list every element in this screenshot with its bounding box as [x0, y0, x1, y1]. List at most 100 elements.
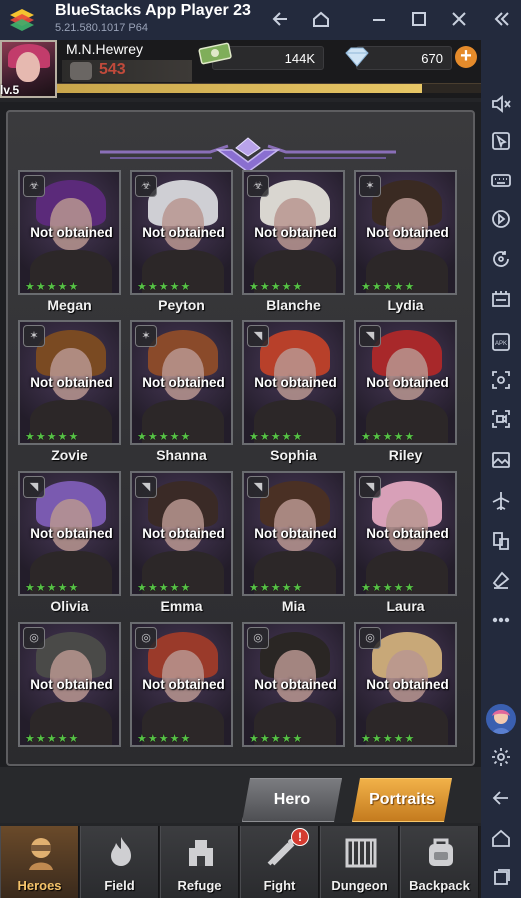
nav-field[interactable]: Field: [80, 826, 159, 898]
hero-status: Not obtained: [30, 225, 113, 240]
hero-card[interactable]: ◎ Not obtained ★★★★★: [242, 622, 345, 764]
hero-card[interactable]: ✶ Not obtained ★★★★★ Zovie: [18, 320, 121, 463]
keyboard-icon[interactable]: [489, 168, 513, 192]
hero-card[interactable]: ◥ Not obtained ★★★★★ Emma: [130, 471, 233, 614]
hero-status: Not obtained: [30, 526, 113, 541]
back-icon[interactable]: [489, 786, 513, 810]
screenshot-icon[interactable]: [489, 368, 513, 392]
hero-name: Riley: [388, 447, 423, 463]
hero-card[interactable]: ◥ Not obtained ★★★★★ Mia: [242, 471, 345, 614]
hero-portrait: ◥ Not obtained ★★★★★: [130, 471, 233, 596]
hero-status: Not obtained: [366, 677, 449, 692]
hero-card[interactable]: ◎ Not obtained ★★★★★: [130, 622, 233, 764]
notification-badge: !: [291, 828, 309, 846]
hero-stars: ★★★★★: [361, 431, 416, 443]
performance-icon[interactable]: [489, 287, 513, 311]
nav-backpack[interactable]: Backpack: [400, 826, 479, 898]
nav-label: Heroes: [17, 878, 62, 893]
game-viewport: lv.5 M.N.Hewrey 543 144K 670 + ☣ Not obt…: [0, 40, 481, 898]
hero-name: Olivia: [50, 598, 89, 614]
cursor-icon[interactable]: [489, 129, 513, 153]
hero-stars: ★★★★★: [249, 733, 304, 745]
hero-card[interactable]: ✶ Not obtained ★★★★★ Shanna: [130, 320, 233, 463]
hero-stars: ★★★★★: [249, 431, 304, 443]
hero-card[interactable]: ◥ Not obtained ★★★★★ Sophia: [242, 320, 345, 463]
hero-status: Not obtained: [366, 225, 449, 240]
hero-class-icon: ✶: [23, 325, 45, 347]
apk-icon[interactable]: APK: [489, 330, 513, 354]
record-icon[interactable]: [489, 407, 513, 431]
exp-bar: [57, 83, 481, 93]
hero-stars: ★★★★★: [137, 582, 192, 594]
nav-label: Backpack: [409, 878, 470, 893]
hero-status: Not obtained: [30, 677, 113, 692]
hero-card[interactable]: ◥ Not obtained ★★★★★ Laura: [354, 471, 457, 614]
airplane-icon[interactable]: [489, 489, 513, 513]
refuge-building-icon: [183, 834, 219, 870]
home-icon[interactable]: [310, 8, 332, 30]
rotate-icon[interactable]: [489, 247, 513, 271]
hero-status: Not obtained: [142, 375, 225, 390]
hero-portrait: ☣ Not obtained ★★★★★: [130, 170, 233, 295]
exp-bar-fill: [57, 84, 422, 93]
media-folder-icon[interactable]: [489, 448, 513, 472]
hero-card[interactable]: ☣ Not obtained ★★★★★ Blanche: [242, 170, 345, 313]
app-version: 5.21.580.1017 P64: [55, 22, 148, 34]
hero-portrait: ✶ Not obtained ★★★★★: [18, 320, 121, 445]
portraits-panel: ☣ Not obtained ★★★★★ Megan ☣ Not obtained ★★★★…: [0, 102, 481, 767]
hero-portrait: ✶ Not obtained ★★★★★: [130, 320, 233, 445]
tab-hero[interactable]: Hero: [242, 778, 342, 822]
nav-refuge[interactable]: Refuge: [160, 826, 239, 898]
hero-name: Megan: [47, 297, 92, 313]
back-arrow-icon[interactable]: [270, 8, 292, 30]
macro-icon[interactable]: [489, 207, 513, 231]
tab-portraits[interactable]: Portraits: [352, 778, 452, 822]
hero-class-icon: ◥: [359, 476, 381, 498]
hero-card[interactable]: ◥ Not obtained ★★★★★ Olivia: [18, 471, 121, 614]
hero-card[interactable]: ☣ Not obtained ★★★★★ Megan: [18, 170, 121, 313]
hero-stars: ★★★★★: [249, 582, 304, 594]
hero-stars: ★★★★★: [25, 582, 80, 594]
minimize-button[interactable]: [368, 8, 390, 30]
hero-stars: ★★★★★: [137, 431, 192, 443]
home-nav-icon[interactable]: [489, 826, 513, 850]
maximize-button[interactable]: [408, 8, 430, 30]
settings-icon[interactable]: [489, 745, 513, 769]
recents-icon[interactable]: [489, 866, 513, 890]
hero-card[interactable]: ✶ Not obtained ★★★★★ Lydia: [354, 170, 457, 313]
hero-name: Blanche: [266, 297, 321, 313]
player-level: lv.5: [0, 83, 20, 97]
hero-class-icon: ◥: [247, 476, 269, 498]
player-name: M.N.Hewrey: [66, 41, 144, 57]
collapse-sidebar-icon[interactable]: [490, 8, 512, 30]
hero-stars: ★★★★★: [361, 281, 416, 293]
hero-name: Zovie: [51, 447, 88, 463]
multi-instance-icon[interactable]: [489, 529, 513, 553]
hero-status: Not obtained: [366, 375, 449, 390]
hero-card[interactable]: ◎ Not obtained ★★★★★: [354, 622, 457, 764]
close-button[interactable]: [448, 8, 470, 30]
assistant-avatar-icon[interactable]: [486, 704, 516, 734]
hero-stars: ★★★★★: [361, 582, 416, 594]
hero-card[interactable]: ◎ Not obtained ★★★★★: [18, 622, 121, 764]
hero-stars: ★★★★★: [25, 431, 80, 443]
volume-icon[interactable]: [489, 92, 513, 116]
hero-name: Shanna: [156, 447, 207, 463]
hero-class-icon: ✶: [135, 325, 157, 347]
add-diamonds-button[interactable]: +: [455, 46, 477, 68]
nav-heroes[interactable]: Heroes: [0, 826, 79, 898]
hero-portrait: ◥ Not obtained ★★★★★: [18, 471, 121, 596]
hero-status: Not obtained: [254, 526, 337, 541]
bluestacks-logo-icon: [10, 9, 34, 31]
hero-status: Not obtained: [142, 225, 225, 240]
nav-dungeon[interactable]: Dungeon: [320, 826, 399, 898]
hero-card[interactable]: ☣ Not obtained ★★★★★ Peyton: [130, 170, 233, 313]
hero-status: Not obtained: [30, 375, 113, 390]
hero-class-icon: ◎: [135, 627, 157, 649]
nav-fight[interactable]: Fight!: [240, 826, 319, 898]
hero-card[interactable]: ◥ Not obtained ★★★★★ Riley: [354, 320, 457, 463]
player-power: 543: [99, 61, 126, 78]
eco-mode-icon[interactable]: [489, 568, 513, 592]
bluestacks-sidebar: APK: [481, 40, 521, 898]
more-icon[interactable]: [489, 608, 513, 632]
